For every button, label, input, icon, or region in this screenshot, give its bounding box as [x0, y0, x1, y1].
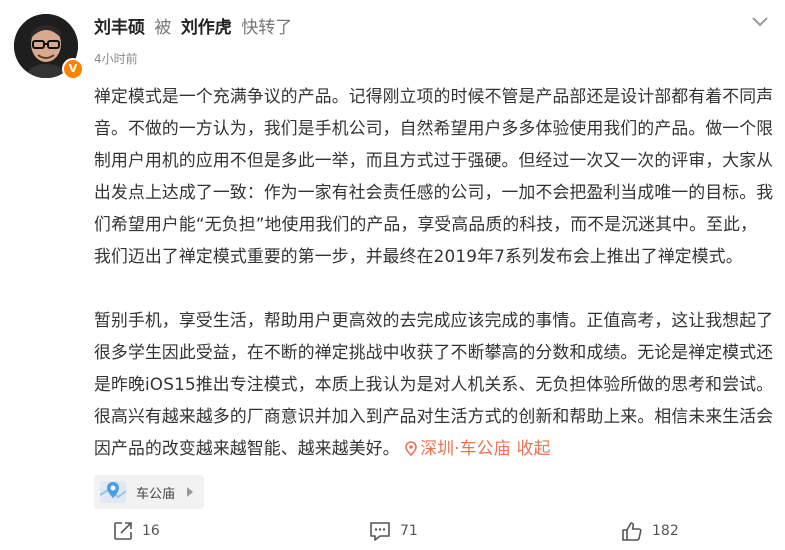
comment-count: 71	[400, 523, 418, 539]
verified-badge-icon: V	[62, 58, 84, 80]
chevron-right-icon	[187, 487, 194, 497]
like-button[interactable]: 182	[620, 520, 679, 542]
author-name[interactable]: 刘丰硕	[94, 18, 145, 38]
repost-label: 快转了	[241, 18, 293, 38]
location-link[interactable]: 深圳·车公庙	[405, 438, 510, 458]
location-label: 深圳·车公庙	[420, 438, 511, 458]
location-pin-icon	[405, 441, 418, 457]
repost-button[interactable]: 16	[112, 520, 160, 542]
comment-icon	[370, 522, 390, 541]
thumbs-up-icon	[622, 522, 642, 541]
collapse-link[interactable]: 收起	[517, 438, 551, 458]
post-time[interactable]: 4小时前	[94, 50, 138, 67]
location-chip-label: 车公庙	[136, 486, 176, 502]
post-content: 禅定模式是一个充满争议的产品。记得刚立项的时候不管是产品部还是设计部都有着不同声…	[94, 80, 774, 464]
map-icon	[99, 481, 127, 503]
post-paragraph-2-text: 暂别手机，享受生活，帮助用户更高效的去完成应该完成的事情。正值高考，这让我想起了…	[94, 310, 774, 458]
chevron-down-icon[interactable]	[748, 12, 772, 32]
post-paragraph-2: 暂别手机，享受生活，帮助用户更高效的去完成应该完成的事情。正值高考，这让我想起了…	[94, 304, 774, 464]
action-bar: 16 71 182	[0, 516, 785, 546]
share-icon	[114, 522, 132, 540]
by-label: 被	[154, 18, 172, 38]
like-count: 182	[652, 523, 679, 539]
location-chip[interactable]: 车公庙	[94, 475, 204, 509]
comment-button[interactable]: 71	[368, 520, 418, 542]
post-paragraph-1: 禅定模式是一个充满争议的产品。记得刚立项的时候不管是产品部还是设计部都有着不同声…	[94, 86, 774, 266]
post-header: 刘丰硕 被 刘作虎 快转了	[94, 16, 292, 40]
repost-count: 16	[142, 523, 160, 539]
reposter-name[interactable]: 刘作虎	[181, 18, 232, 38]
